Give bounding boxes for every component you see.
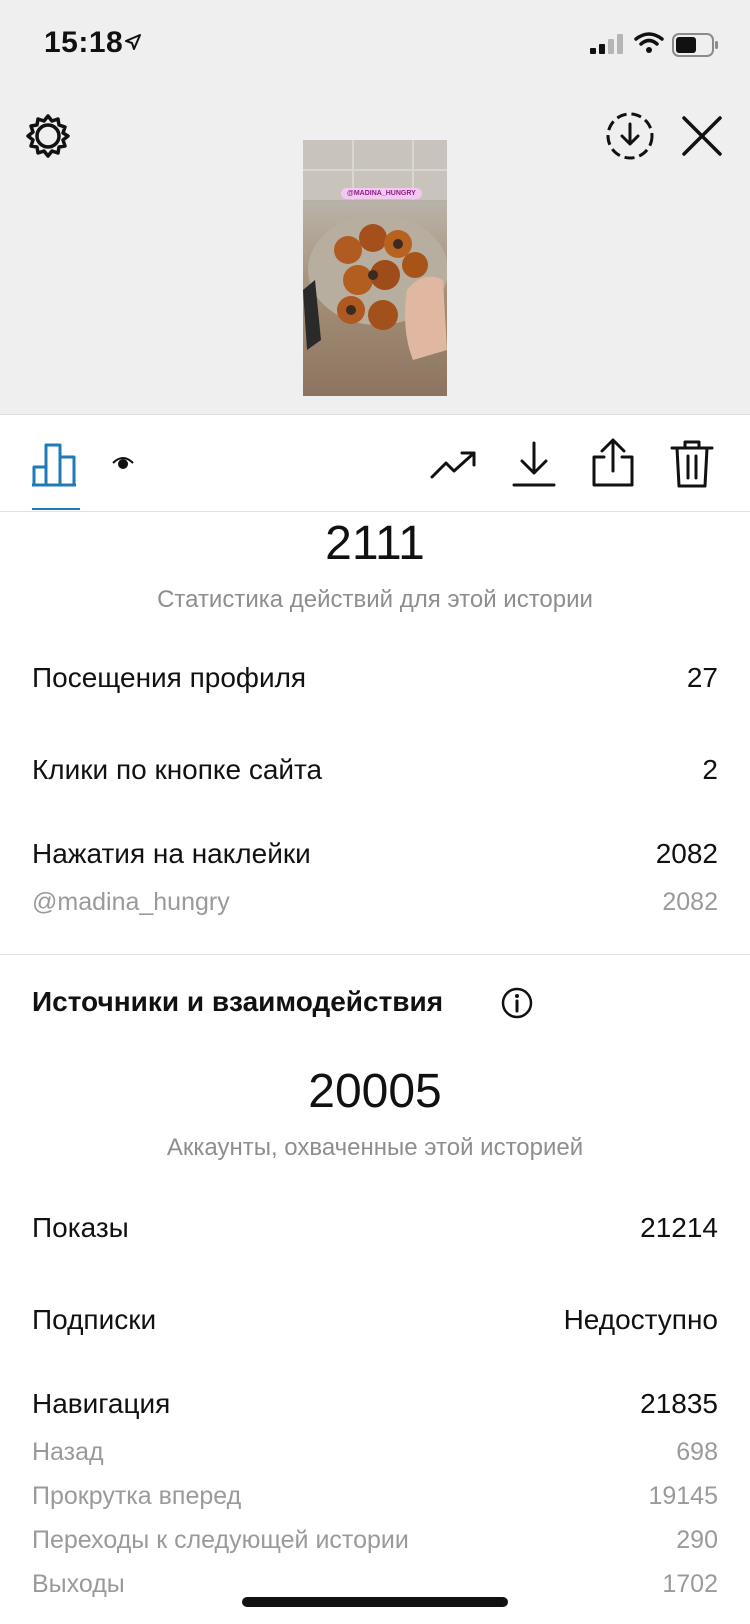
story-photo [303,140,447,360]
trash-icon[interactable] [670,439,714,489]
close-icon[interactable] [680,114,724,158]
stat-value: 2082 [662,888,718,916]
story-header: 15:18 @MADINA_HUNGRY [0,0,750,414]
share-icon[interactable] [590,437,636,489]
stat-value: 698 [676,1438,718,1466]
download-circle-icon[interactable] [604,110,656,162]
reach-caption: Аккаунты, охваченные этой историей [166,1134,584,1161]
home-indicator[interactable] [242,1597,508,1607]
stat-label: Посещения профиля [32,662,307,693]
eye-icon[interactable] [112,455,134,471]
stat-label: Переходы к следующей истории [32,1526,409,1554]
stat-value: 1702 [662,1570,718,1598]
trend-icon[interactable] [430,445,478,485]
wifi-icon [634,32,664,53]
active-tab-indicator [32,508,80,510]
interactions-total: 2111 [325,517,425,570]
stat-value: 19145 [648,1482,718,1510]
story-sticker-label: @MADINA_HUNGRY [341,188,422,199]
sources-section-title: Источники и взаимодействия [32,986,444,1017]
bar-chart-icon[interactable] [32,441,78,487]
stat-label: Навигация [32,1388,171,1419]
stat-label: Показы [32,1212,129,1243]
stat-value: 290 [676,1526,718,1554]
stat-label: @madina_hungry [32,888,230,916]
battery-icon [672,33,718,57]
stat-value: 2082 [655,838,718,869]
stat-label: Нажатия на наклейки [32,838,311,869]
story-preview-thumbnail[interactable]: @MADINA_HUNGRY [303,140,447,396]
info-icon[interactable] [500,986,534,1020]
stat-value: 2 [702,754,718,785]
section-divider [0,954,750,955]
stat-label: Назад [32,1438,104,1466]
stat-value: 21214 [640,1212,718,1243]
status-time: 15:18 [44,26,124,59]
location-arrow-icon [125,34,141,50]
stat-value: 21835 [640,1388,718,1419]
signal-icon [590,34,623,54]
interactions-caption: Статистика действий для этой истории [157,586,593,613]
insights-toolbar [0,414,750,512]
stat-value: Недоступно [563,1304,718,1335]
settings-gear-icon[interactable] [24,112,72,160]
stat-label: Прокрутка вперед [32,1482,242,1510]
download-icon[interactable] [512,441,556,489]
stat-value: 27 [686,662,718,693]
stat-label: Выходы [32,1570,125,1598]
preview-pointer [355,396,395,414]
reach-total: 20005 [308,1065,442,1118]
stat-label: Подписки [32,1304,157,1335]
status-bar: 15:18 [0,0,750,90]
stat-label: Клики по кнопке сайта [32,754,323,785]
